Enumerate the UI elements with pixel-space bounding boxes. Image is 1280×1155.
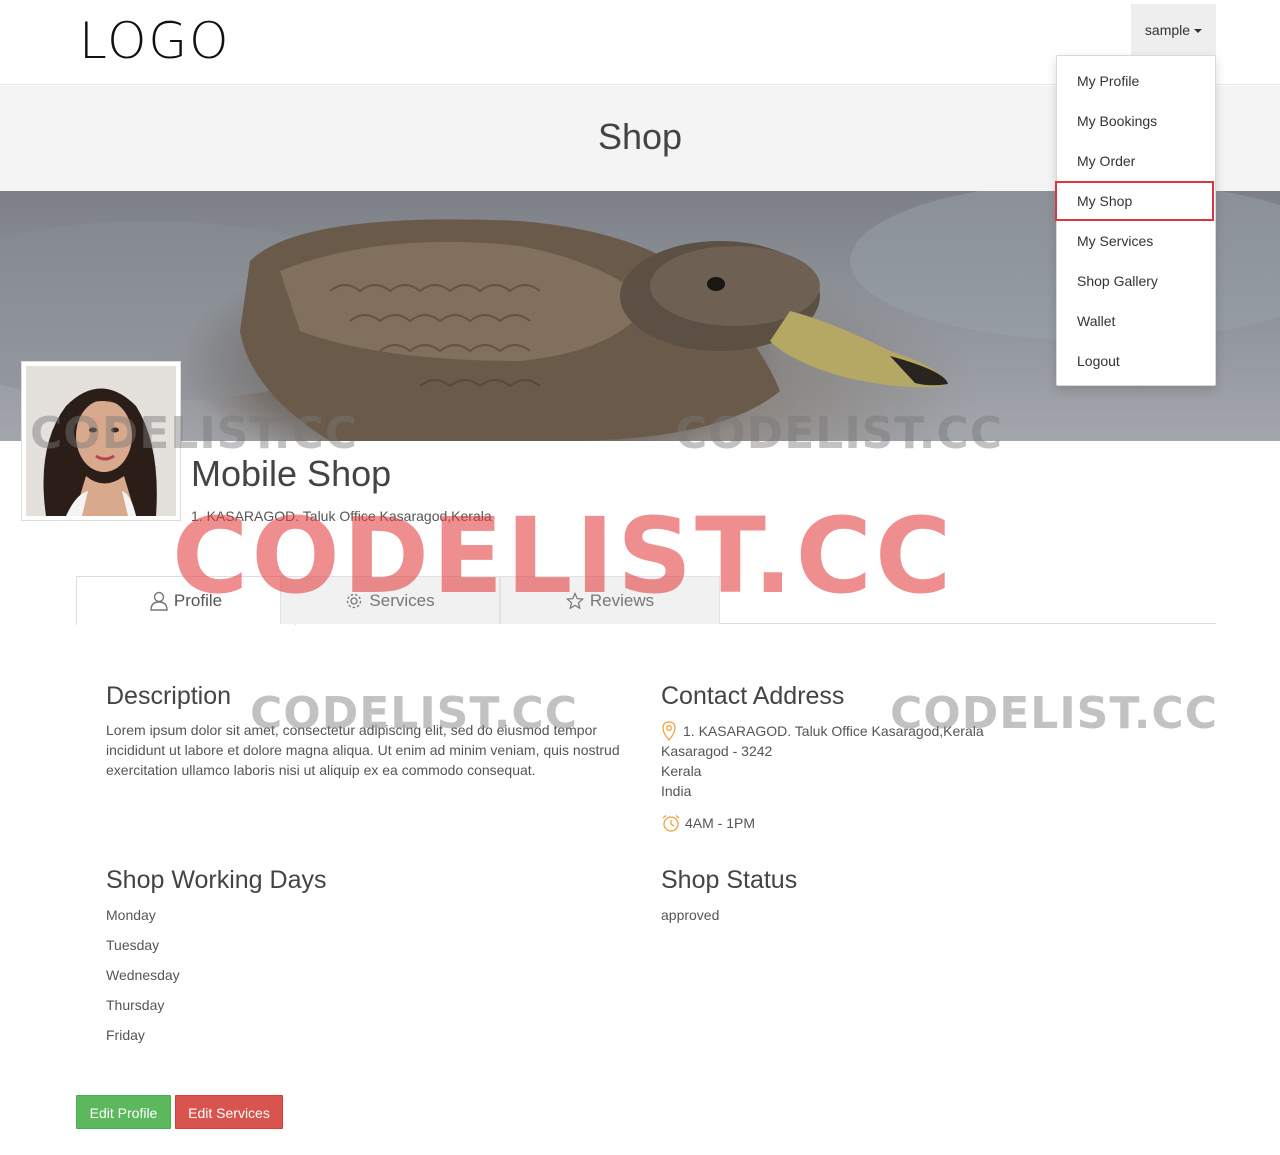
working-days-title: Shop Working Days <box>106 866 327 894</box>
working-day: Thursday <box>106 997 165 1013</box>
tab-reviews-label: Reviews <box>589 590 655 610</box>
profile-tabs: Profile Services Reviews <box>76 576 1216 625</box>
portrait-image <box>26 366 176 516</box>
menu-item-my-profile[interactable]: My Profile <box>1057 61 1215 101</box>
user-dropdown-menu: My Profile My Bookings My Order My Shop … <box>1055 55 1216 386</box>
star-icon <box>565 591 584 609</box>
contact-address: 1. KASARAGOD. Taluk Office Kasaragod,Ker… <box>683 723 984 739</box>
tab-reviews[interactable]: Reviews <box>500 576 720 624</box>
menu-item-logout[interactable]: Logout <box>1057 341 1215 381</box>
shop-address: 1. KASARAGOD. Taluk Office Kasaragod,Ker… <box>191 508 492 524</box>
user-icon <box>150 591 168 611</box>
tab-profile-label: Profile <box>173 591 223 610</box>
caret-down-icon <box>1194 29 1203 33</box>
shop-hours: 4AM - 1PM <box>685 815 756 831</box>
edit-services-button[interactable]: Edit Services <box>175 1095 283 1129</box>
menu-item-my-order[interactable]: My Order <box>1057 141 1215 181</box>
shop-name: Mobile Shop <box>191 453 392 494</box>
shop-avatar-frame <box>21 361 181 521</box>
working-day: Wednesday <box>106 967 180 983</box>
tab-profile[interactable]: Profile <box>76 576 296 625</box>
logo[interactable]: LOGO <box>79 12 231 70</box>
contact-block: 1. KASARAGOD. Taluk Office Kasaragod,Ker… <box>661 721 1061 833</box>
menu-item-shop-gallery[interactable]: Shop Gallery <box>1057 261 1215 301</box>
description-text: Lorem ipsum dolor sit amet, consectetur … <box>106 722 620 778</box>
menu-item-wallet[interactable]: Wallet <box>1057 301 1215 341</box>
avatar <box>26 366 176 516</box>
user-menu-toggle[interactable]: sample <box>1131 4 1216 56</box>
menu-item-my-services[interactable]: My Services <box>1057 221 1215 261</box>
edit-profile-button[interactable]: Edit Profile <box>76 1095 171 1129</box>
user-menu-label: sample <box>1144 22 1191 38</box>
contact-country: India <box>661 783 692 799</box>
description-title: Description <box>106 682 232 710</box>
shop-status-title: Shop Status <box>661 866 798 894</box>
working-day: Monday <box>106 907 156 923</box>
working-day: Tuesday <box>106 937 160 953</box>
working-day: Friday <box>106 1027 145 1043</box>
tab-services[interactable]: Services <box>280 576 500 624</box>
menu-item-my-bookings[interactable]: My Bookings <box>1057 101 1215 141</box>
alarm-clock-icon <box>662 815 680 832</box>
contact-state: Kerala <box>661 763 702 779</box>
map-pin-icon <box>662 721 676 741</box>
shop-status-value: approved <box>661 907 720 923</box>
contact-title: Contact Address <box>661 682 845 710</box>
menu-item-my-shop[interactable]: My Shop <box>1055 181 1214 221</box>
tab-services-label: Services <box>369 590 435 610</box>
contact-city-pin: Kasaragod - 3242 <box>661 743 773 759</box>
gear-icon <box>347 593 362 608</box>
